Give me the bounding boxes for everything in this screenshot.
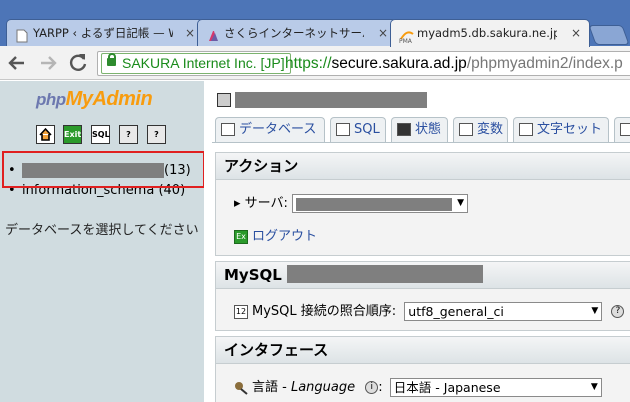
redacted-mysql-version <box>287 265 484 283</box>
pma-main-panel: データベース SQL 状態 変数 文字セット アクション ▸ サーバ: ▼ Ex… <box>204 81 630 402</box>
choose-database-hint: データベースを選択してください <box>5 223 199 238</box>
chevron-down-icon: ▼ <box>590 382 598 392</box>
collation-icon: 12 <box>234 304 248 319</box>
language-row: 言語 - Language i: 日本語 - Japanese ▼ <box>234 377 602 399</box>
url-path: /phpmyadmin2/index.p <box>466 55 623 72</box>
forward-button[interactable] <box>36 51 60 75</box>
section-heading: インタフェース <box>216 337 630 364</box>
exit-icon[interactable]: Exit <box>63 125 82 144</box>
logout-row: Ex ログアウト <box>234 226 317 248</box>
mysql-section: MySQL 12 MySQL 接続の照合順序: utf8_general_ci ▼ … <box>215 261 630 331</box>
exit-icon: Ex <box>234 229 248 244</box>
info-icon[interactable]: i <box>365 381 379 394</box>
browser-tab-sakura[interactable]: さくらインターネットサーバコント × <box>197 19 397 47</box>
collation-row: 12 MySQL 接続の照合順序: utf8_general_ci ▼ ? <box>234 301 625 323</box>
tab-title: myadm5.db.sakura.ne.jp <box>417 26 557 40</box>
page-icon <box>15 26 29 43</box>
section-heading: MySQL <box>216 262 630 289</box>
engine-icon <box>620 123 630 136</box>
tab-label: 文字セット <box>537 122 603 137</box>
status-icon <box>397 123 411 136</box>
interface-section: インタフェース 言語 - Language i: 日本語 - Japanese ▼ <box>215 336 630 402</box>
tab-title: さくらインターネットサーバコント <box>224 26 364 40</box>
collation-select[interactable]: utf8_general_ci ▼ <box>404 302 603 321</box>
language-icon <box>234 381 248 395</box>
tab-databases[interactable]: データベース <box>215 117 325 142</box>
help-icon[interactable]: ? <box>611 305 625 318</box>
sql-icon <box>336 123 350 136</box>
tab-label: 変数 <box>477 122 504 137</box>
redacted-server-name <box>235 91 427 108</box>
mysql-heading: MySQL <box>224 266 282 284</box>
reload-icon <box>69 54 87 71</box>
tab-variables[interactable]: 変数 <box>453 117 508 142</box>
browser-tab-yarpp[interactable]: YARPP ‹ よるず日記帳 — W × <box>6 19 204 47</box>
server-icon <box>217 92 231 107</box>
svg-text:PMA: PMA <box>399 38 413 43</box>
phpmyadmin-logo[interactable]: phpMyAdmin <box>36 88 153 111</box>
server-breadcrumb[interactable] <box>217 91 427 109</box>
collation-label: MySQL 接続の照合順序: <box>252 304 397 319</box>
actions-section: アクション ▸ サーバ: ▼ Ex ログアウト <box>215 152 630 256</box>
browser-toolbar: SAKURA Internet Inc. [JP] https://secure… <box>0 46 630 80</box>
logo-admin: Admin <box>92 88 153 110</box>
tab-status[interactable]: 状態 <box>391 117 448 142</box>
server-label: サーバ: <box>244 196 288 211</box>
url-scheme: https:// <box>285 55 332 72</box>
browser-tabstrip: YARPP ‹ よるず日記帳 — W × さくらインターネットサーバコント × … <box>0 0 630 47</box>
new-tab-button[interactable] <box>588 25 630 45</box>
home-icon[interactable] <box>36 125 55 144</box>
phpmyadmin-favicon: PMA <box>399 26 414 45</box>
close-icon[interactable]: × <box>378 20 388 46</box>
annotation-highlight-box <box>2 151 205 188</box>
database-icon <box>221 123 235 136</box>
tab-sql[interactable]: SQL <box>330 117 386 142</box>
arrow-right-icon <box>41 56 57 70</box>
close-icon[interactable]: × <box>571 20 581 46</box>
language-value: 日本語 - Japanese <box>393 380 501 395</box>
sakura-icon <box>206 26 220 41</box>
tab-title: YARPP ‹ よるず日記帳 — W <box>33 26 173 40</box>
language-select[interactable]: 日本語 - Japanese ▼ <box>389 378 602 397</box>
language-label-en: Language <box>290 380 356 395</box>
browser-tab-phpmyadmin[interactable]: PMA myadm5.db.sakura.ne.jp × <box>390 19 590 47</box>
chevron-down-icon: ▼ <box>591 306 599 316</box>
logout-link[interactable]: ログアウト <box>252 229 317 244</box>
server-select-row: ▸ サーバ: ▼ <box>234 193 469 215</box>
url-host: secure.sakura.ad.jp <box>331 55 467 72</box>
colon: : <box>378 380 383 395</box>
ev-certificate-badge[interactable]: SAKURA Internet Inc. [JP] <box>101 53 291 74</box>
collation-value: utf8_general_ci <box>408 304 504 319</box>
close-icon[interactable]: × <box>185 20 195 46</box>
help-icon[interactable]: ? <box>119 125 138 144</box>
logo-php: php <box>36 90 66 109</box>
address-bar[interactable]: SAKURA Internet Inc. [JP] https://secure… <box>97 51 630 76</box>
sql-icon[interactable]: SQL <box>91 125 110 144</box>
reload-button[interactable] <box>66 51 90 75</box>
pma-navigation-panel: phpMyAdmin Exit SQL ? ? (13) information… <box>0 81 205 402</box>
tab-label: データベース <box>239 122 317 137</box>
redacted-server-option <box>296 198 453 211</box>
logo-my: My <box>65 88 93 110</box>
back-button[interactable] <box>5 51 29 75</box>
tab-more[interactable] <box>614 117 630 142</box>
tab-charsets[interactable]: 文字セット <box>513 117 609 142</box>
url-text: https://secure.sakura.ad.jp/phpmyadmin2/… <box>285 52 623 75</box>
section-heading: アクション <box>216 153 630 180</box>
arrow-left-icon <box>8 56 24 70</box>
ev-label: SAKURA Internet Inc. [JP] <box>122 55 285 71</box>
language-label: 言語 - <box>252 380 291 395</box>
tab-divider <box>212 142 630 143</box>
variables-icon <box>459 123 473 136</box>
tab-label: SQL <box>354 122 380 137</box>
server-select[interactable]: ▼ <box>292 194 469 213</box>
triangle-right-icon: ▸ <box>234 196 241 211</box>
charset-icon <box>519 123 533 136</box>
chevron-down-icon: ▼ <box>457 198 465 208</box>
server-tabs: データベース SQL 状態 変数 文字セット <box>215 117 630 142</box>
lock-icon <box>107 53 116 66</box>
tab-label: 状態 <box>415 122 442 137</box>
docs-icon[interactable]: ? <box>147 125 166 144</box>
